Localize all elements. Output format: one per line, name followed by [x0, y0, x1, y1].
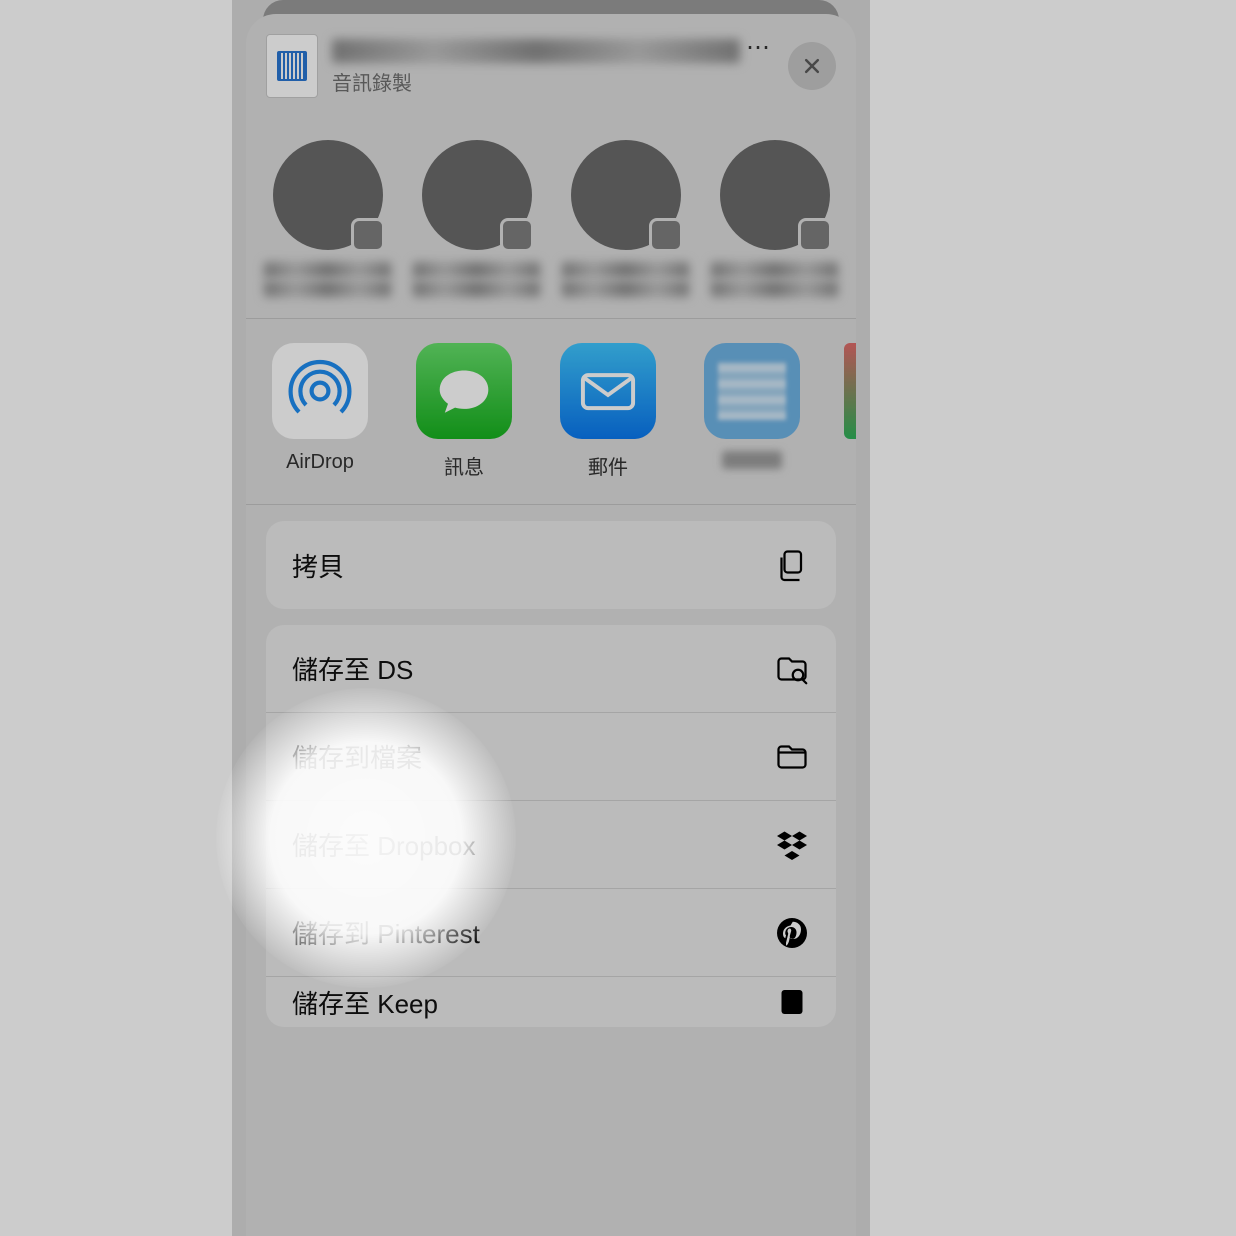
action-label: 儲存至 Keep — [292, 984, 438, 1021]
action-label: 拷貝 — [292, 547, 344, 584]
avatar-app-badge — [351, 218, 385, 252]
app-label: 郵件 — [556, 451, 660, 480]
file-subtitle: 音訊錄製 — [332, 67, 774, 96]
action-save-keep[interactable]: 儲存至 Keep — [266, 977, 836, 1027]
file-name-redacted — [332, 39, 740, 63]
mail-icon — [560, 343, 656, 439]
contact-name-redacted — [711, 281, 838, 297]
contact-name-redacted — [562, 262, 689, 278]
page-margin-left — [0, 0, 232, 1236]
app-row[interactable]: AirDrop 訊息 郵件 — [246, 319, 856, 505]
action-label: 儲存到 Pinterest — [292, 914, 480, 951]
action-label: 儲存到檔案 — [292, 738, 422, 775]
messages-icon — [416, 343, 512, 439]
file-name-ellipsis: ⋯ — [740, 33, 774, 68]
action-save-ds[interactable]: 儲存至 DS — [266, 625, 836, 713]
app-icon-edge — [844, 343, 856, 439]
people-row[interactable] — [246, 112, 856, 319]
contact-name-redacted — [264, 262, 391, 278]
action-label: 儲存至 DS — [292, 650, 413, 687]
action-group-save: 儲存至 DS 儲存到檔案 儲存至 Dropbox — [266, 625, 836, 1027]
action-copy[interactable]: 拷貝 — [266, 521, 836, 609]
file-name: ⋯ — [332, 37, 774, 65]
audio-waveform-icon — [277, 51, 307, 81]
action-group-copy: 拷貝 — [266, 521, 836, 609]
contact-name-redacted — [413, 281, 540, 297]
avatar-app-badge — [649, 218, 683, 252]
avatar-app-badge — [500, 218, 534, 252]
share-sheet: ⋯ 音訊錄製 — [246, 14, 856, 1236]
app-airdrop[interactable]: AirDrop — [268, 343, 372, 480]
close-icon — [802, 56, 822, 76]
action-save-pinterest[interactable]: 儲存到 Pinterest — [266, 889, 836, 977]
contact-name-redacted — [264, 281, 391, 297]
actions-section: 拷貝 儲存至 DS 儲存到檔案 — [246, 505, 856, 1043]
copy-icon — [774, 547, 810, 583]
app-mail[interactable]: 郵件 — [556, 343, 660, 480]
action-save-files[interactable]: 儲存到檔案 — [266, 713, 836, 801]
app-label: 訊息 — [412, 451, 516, 480]
share-contact[interactable] — [556, 140, 695, 300]
share-contact[interactable] — [258, 140, 397, 300]
app-label-redacted — [722, 451, 782, 469]
share-header: ⋯ 音訊錄製 — [246, 14, 856, 112]
file-thumbnail — [266, 34, 318, 98]
action-save-dropbox[interactable]: 儲存至 Dropbox — [266, 801, 836, 889]
keep-icon — [774, 984, 810, 1020]
folder-icon — [774, 739, 810, 775]
contact-name-redacted — [562, 281, 689, 297]
airdrop-icon — [272, 343, 368, 439]
avatar-app-badge — [798, 218, 832, 252]
app-redacted[interactable] — [700, 343, 804, 480]
close-button[interactable] — [788, 42, 836, 90]
contact-name-redacted — [711, 262, 838, 278]
dropbox-icon — [774, 827, 810, 863]
page-margin-right — [870, 0, 1236, 1236]
action-label: 儲存至 Dropbox — [292, 826, 476, 863]
app-messages[interactable]: 訊息 — [412, 343, 516, 480]
file-meta: ⋯ 音訊錄製 — [318, 37, 788, 96]
app-label: AirDrop — [268, 451, 372, 474]
contact-name-redacted — [413, 262, 540, 278]
share-contact[interactable] — [705, 140, 844, 300]
share-contact[interactable] — [407, 140, 546, 300]
app-icon-redacted — [704, 343, 800, 439]
folder-search-icon — [774, 651, 810, 687]
app-row-overflow[interactable] — [844, 343, 856, 480]
pinterest-icon — [774, 915, 810, 951]
